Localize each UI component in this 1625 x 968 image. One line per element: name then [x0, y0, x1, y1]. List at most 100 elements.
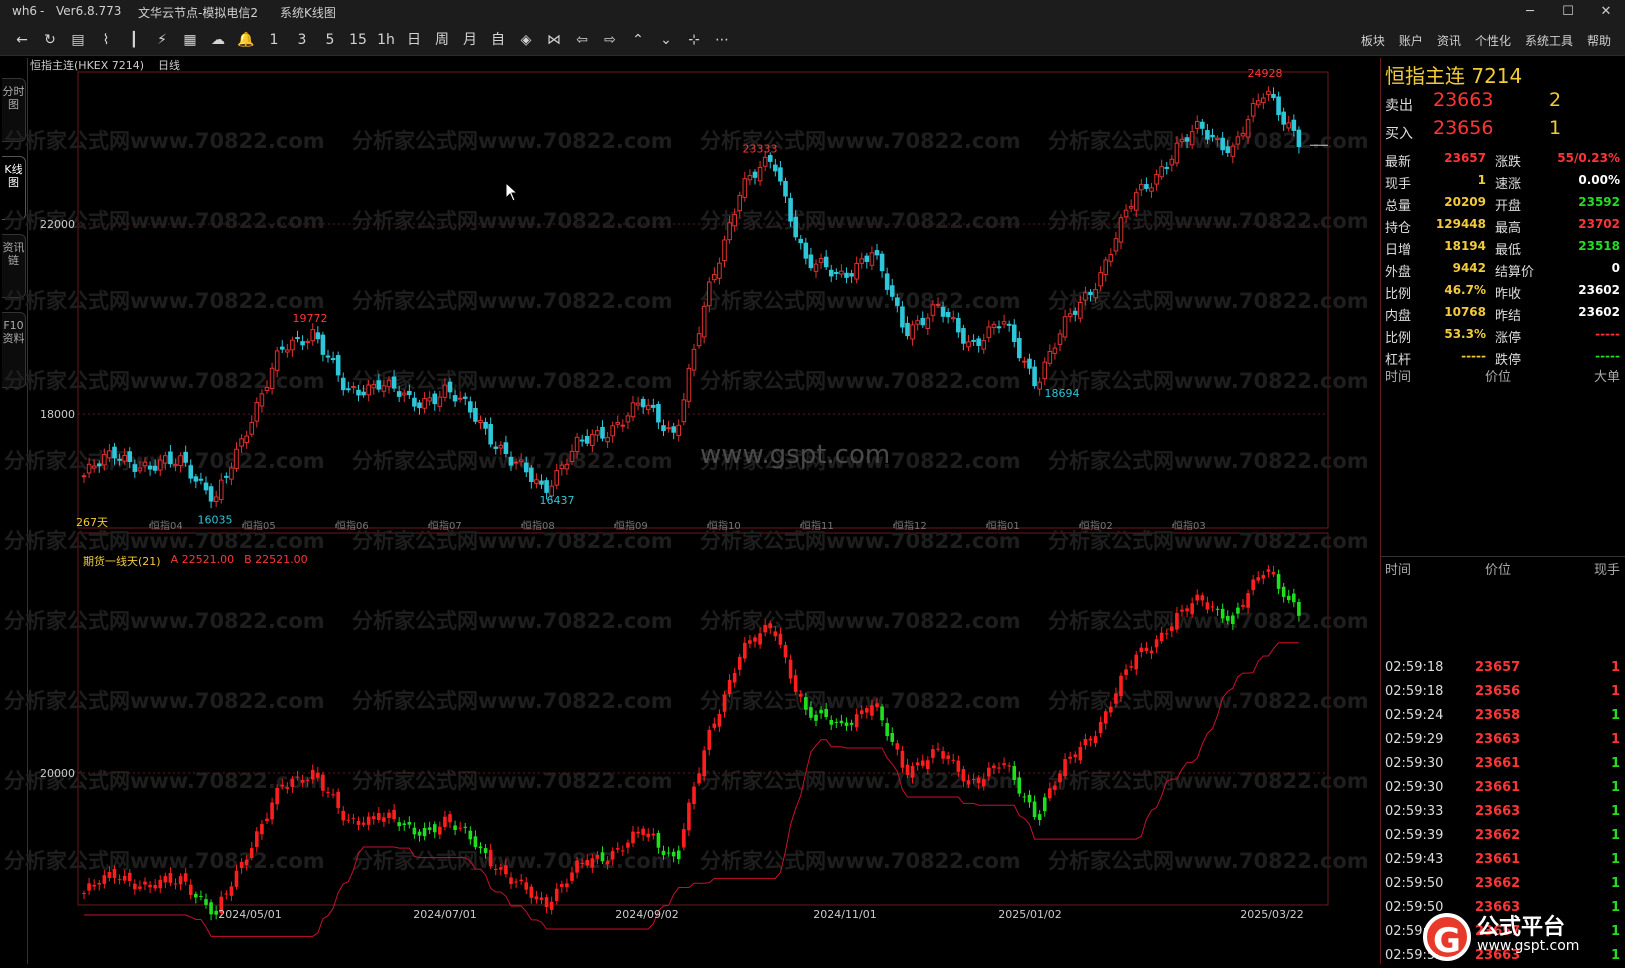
period-week-button[interactable]: 周: [428, 28, 456, 52]
indicator-candle: [1073, 754, 1078, 758]
compare-icon[interactable]: ⋈: [540, 28, 568, 52]
top-menu: 板块 账户 资讯 个性化 系统工具 帮助: [1347, 32, 1611, 49]
period-15-button[interactable]: 15: [344, 28, 372, 52]
price-candle: [391, 376, 397, 389]
price-candle: [539, 480, 544, 485]
indicator-candle: [743, 642, 747, 659]
cloud-icon[interactable]: ☁: [204, 28, 232, 52]
big-order-header: 时间 价位 大单: [1381, 364, 1625, 385]
watermark-text: 分析家公式网www.70822.com: [352, 689, 673, 713]
close-icon[interactable]: ✕: [1587, 0, 1625, 24]
price-candle: [147, 465, 153, 470]
price-candle: [462, 396, 468, 399]
indicator-candle: [636, 831, 640, 834]
tick-price: 23662: [1475, 828, 1521, 843]
back-icon[interactable]: ←: [8, 28, 36, 52]
quote-value: 129448: [1435, 217, 1486, 231]
tick-header-volume: 现手: [1593, 563, 1620, 578]
indicator-candle: [671, 851, 676, 857]
price-candle: [279, 346, 285, 350]
indicator-candle: [748, 640, 752, 644]
indicator-candle: [732, 672, 737, 683]
menu-personalize[interactable]: 个性化: [1475, 32, 1511, 49]
indicator-candle: [153, 885, 157, 889]
window-controls: ─ ☐ ✕: [1511, 0, 1625, 24]
indicator-candle: [148, 884, 152, 888]
period-select[interactable]: 日线: [158, 57, 180, 73]
refresh-icon[interactable]: ↻: [36, 28, 64, 52]
period-month-button[interactable]: 月: [456, 28, 484, 52]
period-1h-button[interactable]: 1h: [372, 28, 400, 52]
price-candle: [1154, 173, 1159, 185]
period-5-button[interactable]: 5: [316, 28, 344, 52]
price-candle: [778, 167, 783, 182]
price-candle: [701, 305, 707, 338]
candle-icon[interactable]: ┃: [120, 28, 148, 52]
days-label: 267天: [76, 516, 108, 529]
left-icon[interactable]: ⇦: [568, 28, 596, 52]
app-version: Ver6.8.773: [56, 4, 122, 18]
menu-sector[interactable]: 板块: [1361, 32, 1385, 49]
quote-value: 1: [1477, 173, 1486, 187]
indicator-b: B 22521.00: [244, 553, 308, 566]
menu-news[interactable]: 资讯: [1437, 32, 1461, 49]
right-icon[interactable]: ⇨: [596, 28, 624, 52]
period-day-button[interactable]: 日: [400, 28, 428, 52]
indicator-candle: [590, 858, 595, 868]
price-candle: [508, 456, 514, 466]
price-candle: [600, 426, 605, 439]
price-candle: [473, 407, 478, 422]
indicator-icon[interactable]: ⚡: [148, 28, 176, 52]
price-candle: [381, 385, 387, 392]
menu-help[interactable]: 帮助: [1587, 32, 1611, 49]
indicator-candle: [1129, 666, 1133, 668]
price-candle: [884, 273, 890, 290]
watermark-text: 分析家公式网www.70822.com: [4, 529, 325, 553]
bid-price: 23656: [1433, 117, 1494, 139]
watermark-text: 分析家公式网www.70822.com: [700, 849, 1021, 873]
price-candle: [371, 384, 377, 389]
list-icon[interactable]: ▤: [64, 28, 92, 52]
price-candle: [823, 256, 829, 268]
crosshair-icon[interactable]: ⊹: [680, 28, 708, 52]
price-candle: [849, 273, 854, 277]
indicator-candle: [107, 871, 112, 878]
period-1-button[interactable]: 1: [260, 28, 288, 52]
indicator-candle: [809, 707, 813, 718]
price-candle: [330, 358, 336, 361]
ask-row: 卖出 23663 2: [1381, 88, 1625, 116]
menu-system-tools[interactable]: 系统工具: [1525, 32, 1573, 49]
price-candle: [1062, 316, 1068, 338]
maximize-icon[interactable]: ☐: [1549, 0, 1587, 24]
view-name: 系统K线图: [280, 6, 336, 20]
indicator-candle: [1231, 615, 1235, 624]
more-icon[interactable]: ⋯: [708, 28, 736, 52]
tick-volume: 1: [1610, 852, 1620, 867]
quote-value: 23657: [1444, 151, 1486, 165]
down-icon[interactable]: ⌄: [652, 28, 680, 52]
quote-key: 开盘: [1495, 199, 1522, 214]
symbol-label[interactable]: 恒指主连(HKEX 7214): [30, 57, 144, 73]
indicator-candle: [199, 895, 203, 897]
minimize-icon[interactable]: ─: [1511, 0, 1549, 24]
line-chart-icon[interactable]: ⌇: [92, 28, 120, 52]
indicator-candle: [753, 637, 757, 642]
price-candle: [554, 470, 560, 486]
alarm-icon[interactable]: 🔔: [232, 28, 260, 52]
price-candle: [1072, 310, 1078, 315]
tick-price: 23662: [1475, 876, 1521, 891]
indicator-candle: [788, 659, 793, 679]
layout-icon[interactable]: ▦: [176, 28, 204, 52]
indicator-candle: [336, 791, 340, 809]
menu-account[interactable]: 账户: [1399, 32, 1423, 49]
zoom-icon[interactable]: ◈: [512, 28, 540, 52]
indicator-candle: [1139, 647, 1144, 653]
price-candle: [96, 463, 102, 467]
period-custom-button[interactable]: 自: [484, 28, 512, 52]
period-3-button[interactable]: 3: [288, 28, 316, 52]
kline-chart[interactable]: 分析家公式网www.70822.com 分析家公式网www.70822.com 分析…: [0, 58, 1380, 964]
indicator-name[interactable]: 期货一线天(21): [83, 553, 161, 569]
up-icon[interactable]: ⌃: [624, 28, 652, 52]
price-candle: [1123, 209, 1129, 218]
quote-value: -----: [1595, 327, 1620, 341]
